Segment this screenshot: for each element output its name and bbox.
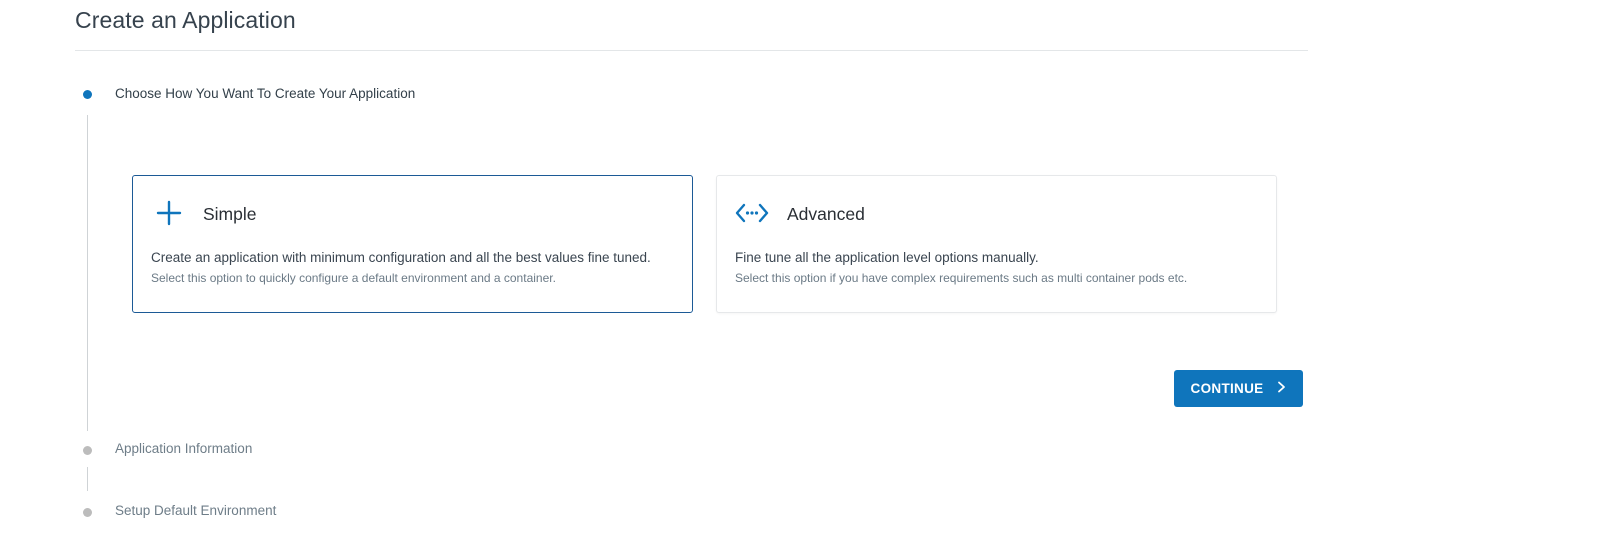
continue-button[interactable]: CONTINUE xyxy=(1174,370,1303,407)
step-connector-1 xyxy=(87,115,88,431)
option-title-advanced: Advanced xyxy=(787,204,865,224)
plus-icon xyxy=(155,199,183,227)
option-subtext-simple: Select this option to quickly configure … xyxy=(151,271,556,285)
option-title-simple: Simple xyxy=(203,204,257,224)
step-indicator-1 xyxy=(83,90,92,99)
step-label-setup-default-environment[interactable]: Setup Default Environment xyxy=(115,503,276,518)
option-card-simple[interactable]: Simple Create an application with minimu… xyxy=(132,175,693,313)
step-label-choose[interactable]: Choose How You Want To Create Your Appli… xyxy=(115,86,415,101)
step-connector-2 xyxy=(87,467,88,491)
title-divider xyxy=(75,50,1308,51)
step-label-application-information[interactable]: Application Information xyxy=(115,441,252,456)
option-subtext-advanced: Select this option if you have complex r… xyxy=(735,271,1188,285)
option-description-simple: Create an application with minimum confi… xyxy=(151,250,651,265)
step-indicator-2 xyxy=(83,446,92,455)
option-description-advanced: Fine tune all the application level opti… xyxy=(735,250,1039,265)
page-title: Create an Application xyxy=(75,7,296,33)
chevron-right-icon xyxy=(1277,381,1286,396)
step-indicator-3 xyxy=(83,508,92,517)
create-application-page: Create an Application Choose How You Wan… xyxy=(0,0,1620,544)
option-card-advanced[interactable]: Advanced Fine tune all the application l… xyxy=(716,175,1277,313)
code-brackets-icon xyxy=(735,199,769,227)
continue-button-label: CONTINUE xyxy=(1190,381,1264,396)
